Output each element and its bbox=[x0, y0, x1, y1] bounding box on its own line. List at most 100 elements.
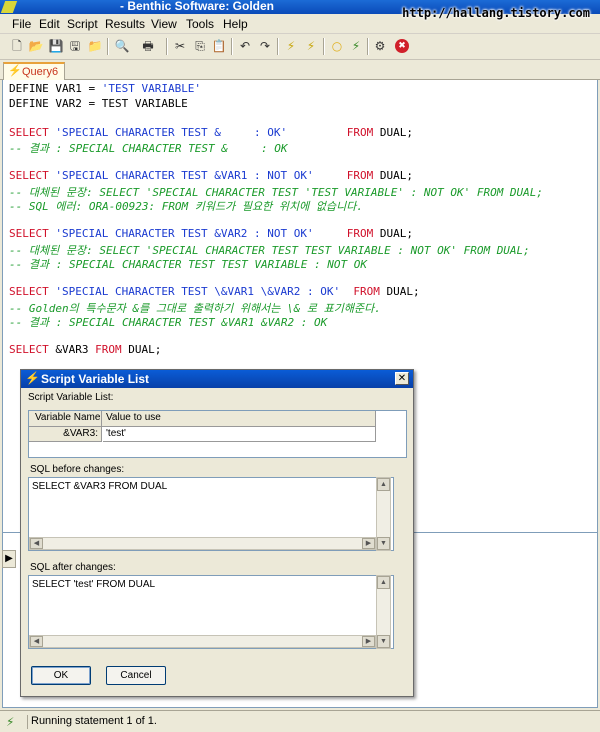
col-variable-name: Variable Name bbox=[29, 411, 102, 427]
after-label: SQL after changes: bbox=[30, 562, 116, 573]
status-text: Running statement 1 of 1. bbox=[27, 715, 157, 729]
variables-grid: Variable Name Value to use &VAR3: 'test' bbox=[28, 410, 407, 458]
menu-edit[interactable]: Edit bbox=[39, 17, 60, 31]
code-token: SELECT bbox=[9, 125, 56, 139]
code-token: DUAL; bbox=[121, 343, 162, 356]
ok-button[interactable]: OK bbox=[31, 666, 91, 685]
print-preview-icon[interactable]: 🔍 bbox=[113, 37, 131, 55]
toolbar-separator bbox=[166, 38, 168, 55]
app-icon bbox=[0, 1, 18, 13]
menu-help[interactable]: Help bbox=[223, 17, 248, 31]
new-icon[interactable]: 🗋 bbox=[8, 37, 26, 55]
toolbar-separator bbox=[323, 38, 325, 55]
code-line: -- SQL 에러: ORA-00923: FROM 키워드가 필요한 위치에 … bbox=[9, 198, 363, 214]
menu-script[interactable]: Script bbox=[67, 17, 98, 31]
code-token: -- Golden의 특수문자 &를 그대로 출력하기 위해서는 \& 로 표기… bbox=[9, 301, 381, 315]
code-token: SELECT bbox=[9, 343, 56, 356]
rollback-icon[interactable]: ⚡ bbox=[347, 37, 365, 55]
scroll-left-icon[interactable]: ◀ bbox=[30, 538, 43, 549]
code-token: -- 대체된 문장: SELECT 'SPECIAL CHARACTER TES… bbox=[9, 243, 530, 257]
code-token: -- 결과 : SPECIAL CHARACTER TEST &VAR1 &VA… bbox=[9, 316, 328, 329]
code-token: SELECT bbox=[9, 285, 56, 298]
scroll-right-icon[interactable]: ▶ bbox=[362, 538, 375, 549]
window-title: - Benthic Software: Golden bbox=[120, 0, 275, 13]
save-icon[interactable]: 💾 bbox=[47, 37, 65, 55]
menu-file[interactable]: File bbox=[12, 17, 31, 31]
code-token: FROM bbox=[346, 125, 374, 139]
code-token: -- 대체된 문장: SELECT 'SPECIAL CHARACTER TES… bbox=[9, 185, 544, 199]
sql-before-hscroll[interactable]: ◀ ▶ bbox=[29, 537, 376, 550]
scroll-down-icon[interactable]: ▼ bbox=[377, 537, 390, 550]
splitter-arrow-icon[interactable]: ▶ bbox=[2, 550, 16, 568]
print-icon[interactable]: 🖶 bbox=[139, 37, 157, 55]
code-line: SELECT &VAR3 FROM DUAL; bbox=[9, 343, 161, 356]
copy-icon[interactable]: ⎘ bbox=[191, 37, 209, 55]
redo-icon[interactable]: ↷ bbox=[256, 37, 274, 55]
stop-icon[interactable]: ✖ bbox=[395, 39, 409, 53]
cut-icon[interactable]: ✂ bbox=[171, 37, 189, 55]
status-lightning-icon: ⚡ bbox=[6, 715, 15, 729]
code-token: DUAL; bbox=[373, 125, 414, 139]
execute-icon[interactable]: ⚡ bbox=[282, 37, 300, 55]
menu-tools[interactable]: Tools bbox=[186, 17, 214, 31]
toolbar: 🗋 📂 💾 🖫 📁 🔍 🖶 ✂ ⎘ 📋 ↶ ↷ ⚡ ⚡ ○ ⚡ ⚙ ✖ bbox=[0, 34, 600, 60]
scroll-right-icon[interactable]: ▶ bbox=[362, 636, 375, 647]
undo-icon[interactable]: ↶ bbox=[236, 37, 254, 55]
commit-icon[interactable]: ○ bbox=[328, 37, 346, 55]
open-icon[interactable]: 📂 bbox=[27, 37, 45, 55]
scroll-up-icon[interactable]: ▲ bbox=[377, 576, 390, 589]
sql-after-vscroll[interactable]: ▲ ▼ bbox=[376, 575, 391, 649]
cancel-button[interactable]: Cancel bbox=[106, 666, 166, 685]
tab-query6[interactable]: ⚡ Query6 bbox=[3, 62, 65, 81]
execute-step-icon[interactable]: ⚡ bbox=[302, 37, 320, 55]
code-token: FROM bbox=[95, 343, 122, 356]
code-token: 'SPECIAL CHARACTER TEST \&VAR1 \&VAR2 : … bbox=[55, 285, 341, 298]
dialog-title: Script Variable List bbox=[41, 372, 150, 386]
tab-label: Query6 bbox=[22, 66, 59, 78]
scroll-left-icon[interactable]: ◀ bbox=[30, 636, 43, 647]
script-variable-dialog: ⚡ Script Variable List ✕ Script Variable… bbox=[20, 369, 414, 697]
paste-icon[interactable]: 📋 bbox=[210, 37, 228, 55]
open-folder-icon[interactable]: 📁 bbox=[86, 37, 104, 55]
variable-name-cell: &VAR3: bbox=[29, 427, 102, 442]
statusbar: ⚡ Running statement 1 of 1. bbox=[0, 710, 600, 732]
code-line: -- 결과 : SPECIAL CHARACTER TEST TEST VARI… bbox=[9, 256, 367, 272]
code-token: 'TEST VARIABLE' bbox=[101, 82, 202, 95]
code-token: DEFINE VAR1 = bbox=[9, 82, 102, 95]
code-token: DUAL; bbox=[379, 285, 420, 298]
code-line: -- 결과 : SPECIAL CHARACTER TEST &VAR1 &VA… bbox=[9, 314, 327, 330]
code-token: FROM bbox=[346, 227, 374, 240]
sql-after-hscroll[interactable]: ◀ ▶ bbox=[29, 635, 376, 648]
toolbar-separator bbox=[277, 38, 279, 55]
code-token: &VAR3 bbox=[55, 343, 96, 356]
code-line: DEFINE VAR2 = TEST VARIABLE bbox=[9, 97, 188, 110]
menu-results[interactable]: Results bbox=[105, 17, 145, 31]
toolbar-separator bbox=[107, 38, 109, 55]
dialog-lightning-icon: ⚡ bbox=[25, 371, 40, 385]
menu-view[interactable]: View bbox=[151, 17, 177, 31]
toolbar-separator bbox=[367, 38, 369, 55]
toolbar-separator bbox=[231, 38, 233, 55]
scroll-down-icon[interactable]: ▼ bbox=[377, 635, 390, 648]
watermark: http://hallang.tistory.com bbox=[402, 6, 590, 20]
tab-bar: ⚡ Query6 bbox=[0, 60, 600, 81]
scroll-up-icon[interactable]: ▲ bbox=[377, 478, 390, 491]
code-line: DEFINE VAR1 = 'TEST VARIABLE' bbox=[9, 82, 201, 95]
code-token: 'SPECIAL CHARACTER TEST &VAR1 : NOT OK' bbox=[55, 169, 314, 182]
save-all-icon[interactable]: 🖫 bbox=[66, 37, 84, 55]
col-value: Value to use bbox=[103, 411, 376, 427]
code-line: SELECT 'SPECIAL CHARACTER TEST \&VAR1 \&… bbox=[9, 285, 420, 298]
code-line: SELECT 'SPECIAL CHARACTER TEST & : OK' F… bbox=[9, 126, 413, 139]
code-line: SELECT 'SPECIAL CHARACTER TEST &VAR1 : N… bbox=[9, 169, 413, 182]
settings-icon[interactable]: ⚙ bbox=[371, 37, 389, 55]
variable-value-input[interactable]: 'test' bbox=[103, 427, 376, 442]
code-token: SELECT bbox=[9, 169, 56, 182]
close-icon[interactable]: ✕ bbox=[395, 372, 409, 385]
code-token: -- 결과 : SPECIAL CHARACTER TEST & : OK bbox=[9, 142, 288, 155]
code-token: DUAL; bbox=[373, 227, 414, 240]
sql-before-vscroll[interactable]: ▲ ▼ bbox=[376, 477, 391, 551]
code-token: FROM bbox=[346, 169, 374, 182]
